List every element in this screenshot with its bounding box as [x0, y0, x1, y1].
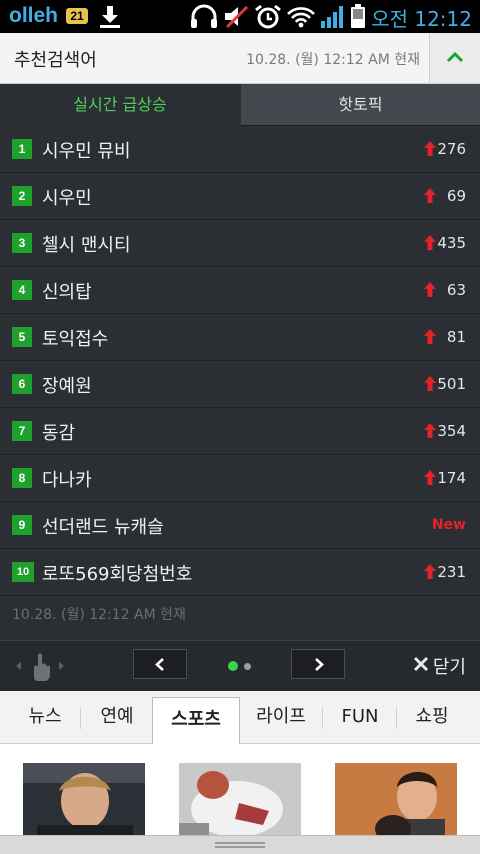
page-indicator-active — [228, 661, 238, 671]
rise-count: 501 — [437, 375, 466, 393]
notification-badge: 21 — [66, 8, 88, 24]
rank-badge: 7 — [12, 421, 32, 441]
rank-badge: 6 — [12, 374, 32, 394]
wifi-icon — [287, 7, 315, 28]
collapse-button[interactable] — [429, 33, 480, 83]
prev-page-button[interactable] — [133, 649, 187, 679]
divider — [322, 707, 323, 729]
status-bar: olleh 21 오전 12:12 — [0, 0, 480, 33]
panel-pager: 닫기 — [0, 640, 480, 692]
rank-badge: 3 — [12, 233, 32, 253]
rank-badge: 8 — [12, 468, 32, 488]
rise-count: 435 — [437, 234, 466, 252]
category-tabs: 뉴스 연예 스포츠 라이프 FUN 쇼핑 — [0, 691, 480, 744]
download-icon — [100, 6, 120, 28]
mute-icon — [225, 5, 249, 29]
carrier-label: olleh — [9, 4, 59, 27]
trending-row[interactable]: 2 시우민 69 — [0, 173, 480, 220]
category-tab-entertainment[interactable]: 연예 — [86, 691, 148, 743]
battery-icon — [351, 4, 365, 28]
recommend-timestamp: 10.28. (월) 12:12 AM 현재 — [246, 52, 420, 68]
category-tab-life[interactable]: 라이프 — [246, 691, 316, 743]
keyword-label: 선더랜드 뉴캐슬 — [42, 517, 164, 538]
handle-grip — [215, 842, 265, 844]
category-tab-sports[interactable]: 스포츠 — [152, 697, 240, 744]
keyword-label: 다나카 — [42, 470, 92, 491]
news-thumbnail[interactable] — [179, 763, 301, 841]
arrow-up-icon — [424, 329, 436, 344]
rise-count: 231 — [437, 563, 466, 581]
rank-badge: 1 — [12, 139, 32, 159]
close-icon — [413, 656, 428, 672]
trending-row[interactable]: 3 첼시 맨시티 435 — [0, 220, 480, 267]
divider — [396, 707, 397, 729]
chevron-left-icon — [155, 658, 164, 671]
rank-badge: 10 — [12, 562, 34, 582]
arrow-up-icon — [424, 470, 436, 485]
rank-badge: 5 — [12, 327, 32, 347]
trending-row[interactable]: 10 로또569회당첨번호 231 — [0, 549, 480, 596]
trending-panel: 실시간 급상승 핫토픽 1 시우민 뮤비 276 2 시우민 69 3 첼시 맨시티 435 4 신… — [0, 84, 480, 692]
news-thumbnail[interactable] — [335, 763, 457, 841]
arrow-up-icon — [424, 423, 436, 438]
trending-row[interactable]: 5 토익접수 81 — [0, 314, 480, 361]
chevron-up-icon — [446, 51, 464, 63]
keyword-label: 동감 — [42, 423, 76, 444]
keyword-label: 시우민 뮤비 — [42, 141, 131, 162]
keyword-label: 시우민 — [42, 188, 92, 209]
trending-list: 1 시우민 뮤비 276 2 시우민 69 3 첼시 맨시티 435 4 신의탑 63 5 토익접수 81 6… — [0, 126, 480, 596]
trending-tabs: 실시간 급상승 핫토픽 — [0, 84, 480, 126]
rise-count: 174 — [437, 469, 466, 487]
trending-row[interactable]: 9 선더랜드 뉴캐슬 New — [0, 502, 480, 549]
page-indicator — [244, 663, 251, 670]
swipe-hand-icon — [16, 653, 64, 681]
panel-timestamp: 10.28. (월) 12:12 AM 현재 — [12, 607, 186, 623]
rise-count: 276 — [437, 140, 466, 158]
keyword-label: 토익접수 — [42, 329, 109, 350]
status-clock: 오전 12:12 — [371, 7, 472, 31]
trending-row[interactable]: 6 장예원 501 — [0, 361, 480, 408]
new-badge: New — [431, 517, 466, 533]
tab-hot-topic[interactable]: 핫토픽 — [241, 84, 480, 126]
keyword-label: 장예원 — [42, 376, 92, 397]
trending-row[interactable]: 1 시우민 뮤비 276 — [0, 126, 480, 173]
keyword-label: 로또569회당첨번호 — [42, 564, 193, 585]
trending-row[interactable]: 8 다나카 174 — [0, 455, 480, 502]
rise-count: 63 — [446, 281, 466, 299]
divider — [80, 707, 81, 729]
tab-realtime-rising[interactable]: 실시간 급상승 — [0, 84, 240, 126]
trending-row[interactable]: 4 신의탑 63 — [0, 267, 480, 314]
arrow-up-icon — [424, 282, 436, 297]
next-page-button[interactable] — [291, 649, 345, 679]
arrow-up-icon — [424, 376, 436, 391]
arrow-up-icon — [424, 235, 436, 250]
category-tab-shopping[interactable]: 쇼핑 — [400, 691, 464, 743]
arrow-up-icon — [424, 141, 436, 156]
handle-grip — [215, 846, 265, 848]
arrow-up-icon — [424, 188, 436, 203]
rise-count: 69 — [446, 187, 466, 205]
arrow-up-icon — [424, 564, 436, 579]
alarm-icon — [255, 4, 281, 29]
recommend-title: 추천검색어 — [14, 50, 97, 71]
rank-badge: 9 — [12, 515, 32, 535]
recommend-header: 추천검색어 10.28. (월) 12:12 AM 현재 — [0, 33, 480, 84]
category-tab-fun[interactable]: FUN — [326, 691, 394, 743]
close-panel-button[interactable]: 닫기 — [413, 653, 466, 679]
rise-count: 81 — [446, 328, 466, 346]
signal-icon — [321, 6, 343, 28]
keyword-label: 신의탑 — [42, 282, 92, 303]
rank-badge: 2 — [12, 186, 32, 206]
keyword-label: 첼시 맨시티 — [42, 235, 131, 256]
category-tab-news[interactable]: 뉴스 — [14, 691, 76, 743]
rank-badge: 4 — [12, 280, 32, 300]
rise-count: 354 — [437, 422, 466, 440]
news-thumbnail[interactable] — [23, 763, 145, 841]
bottom-drawer-handle[interactable] — [0, 835, 480, 854]
headphones-icon — [191, 4, 217, 28]
chevron-right-icon — [315, 658, 324, 671]
trending-row[interactable]: 7 동감 354 — [0, 408, 480, 455]
